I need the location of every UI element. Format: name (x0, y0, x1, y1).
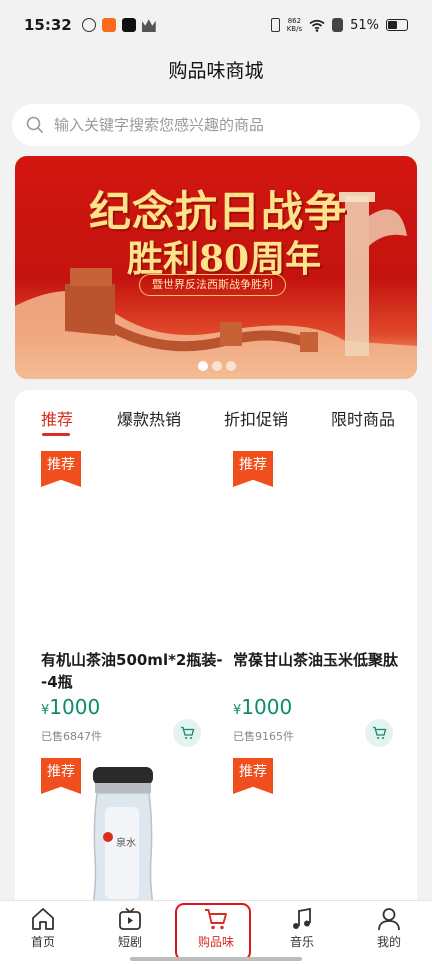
cart-icon (180, 726, 194, 739)
battery-percent: 51% (350, 17, 379, 33)
sold-count: 已售9165件 (233, 730, 294, 743)
product-card[interactable]: 泉水 推荐 (41, 758, 216, 910)
recommend-badge: 推荐 (41, 451, 81, 487)
tab-limited-time[interactable]: 限时商品 (331, 406, 395, 430)
add-to-cart-button[interactable] (173, 719, 201, 747)
carousel-dots (198, 361, 236, 371)
product-name: 常葆甘山茶油玉米低聚肽 (233, 651, 399, 669)
app-badge-icon (101, 18, 116, 32)
product-price: ¥1000 (233, 695, 293, 719)
nav-music[interactable]: 音乐 (272, 907, 332, 950)
product-card[interactable]: 推荐 (233, 758, 408, 908)
banner-caption: 暨世界反法西斯战争胜利 (139, 274, 286, 296)
search-input[interactable] (54, 116, 394, 134)
home-indicator[interactable] (130, 957, 302, 961)
tiktok-icon (121, 18, 136, 32)
status-bar: 15:32 862 KB/s 51% (0, 0, 432, 50)
nav-short-drama[interactable]: 短剧 (100, 907, 160, 950)
tab-recommend[interactable]: 推荐 (41, 406, 73, 430)
product-price: ¥1000 (41, 695, 101, 719)
wifi-icon (309, 19, 325, 32)
search-icon (26, 116, 44, 134)
net-speed: 862 KB/s (286, 17, 303, 33)
sim-icon (332, 18, 344, 32)
bottom-nav: 首页 短剧 购品味 音乐 我的 (0, 900, 432, 964)
active-tab-indicator (42, 433, 70, 436)
crown-icon (141, 19, 156, 32)
nav-home[interactable]: 首页 (13, 907, 73, 950)
recommend-badge: 推荐 (41, 758, 81, 794)
page-title: 购品味商城 (168, 60, 264, 82)
category-tabs: 推荐 爆款热销 折扣促销 限时商品 (15, 390, 417, 440)
add-to-cart-button[interactable] (365, 719, 393, 747)
battery-icon (386, 19, 408, 31)
recommend-badge: 推荐 (233, 451, 273, 487)
person-icon (378, 908, 400, 931)
carousel-dot[interactable] (226, 361, 236, 371)
recommend-badge: 推荐 (233, 758, 273, 794)
carousel-dot[interactable] (212, 361, 222, 371)
carousel-dot[interactable] (198, 361, 208, 371)
tab-discount[interactable]: 折扣促销 (224, 406, 288, 430)
tab-hot-sale[interactable]: 爆款热销 (117, 406, 181, 430)
active-nav-highlight (175, 903, 251, 961)
product-card[interactable]: 推荐 有机山茶油500ml*2瓶装--4瓶 ¥1000 已售6847件 (41, 451, 223, 751)
nav-profile[interactable]: 我的 (359, 907, 419, 950)
sold-count: 已售6847件 (41, 730, 102, 743)
tv-play-icon (119, 907, 141, 930)
app-notification-icon (81, 18, 96, 32)
promo-banner[interactable]: 纪念抗日战争 胜利80周年 暨世界反法西斯战争胜利 (15, 156, 417, 379)
cart-icon (372, 726, 386, 739)
product-card[interactable]: 推荐 常葆甘山茶油玉米低聚肽 ¥1000 已售9165件 (233, 451, 408, 751)
search-bar[interactable] (12, 104, 420, 146)
bottle-label: 泉水 (116, 838, 136, 849)
status-time: 15:32 (24, 16, 72, 34)
product-panel: 推荐 爆款热销 折扣促销 限时商品 推荐 有机山茶油500ml*2瓶装--4瓶 … (15, 390, 417, 910)
vibrate-icon (270, 18, 280, 32)
home-icon (32, 908, 54, 930)
music-note-icon (293, 907, 311, 929)
product-name: 有机山茶油500ml*2瓶装--4瓶 (41, 651, 223, 691)
